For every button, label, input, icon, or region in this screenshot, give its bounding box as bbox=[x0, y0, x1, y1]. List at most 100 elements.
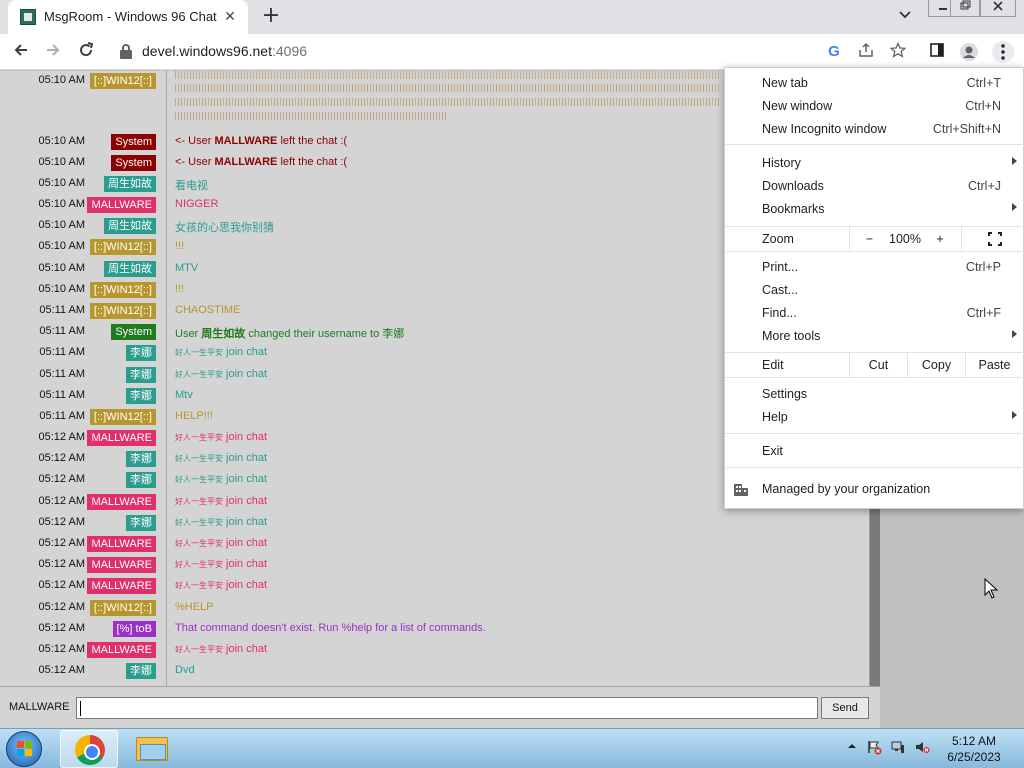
message-input[interactable] bbox=[76, 697, 818, 719]
back-arrow-icon[interactable] bbox=[10, 41, 32, 63]
username-badge[interactable]: 李娜 bbox=[126, 367, 156, 383]
action-center-flag-icon[interactable] bbox=[866, 739, 882, 755]
clock-time: 5:12 AM bbox=[951, 734, 997, 748]
username-badge[interactable]: System bbox=[111, 155, 156, 171]
send-button[interactable]: Send bbox=[821, 697, 869, 719]
zoom-out-button[interactable]: − bbox=[849, 227, 889, 251]
reload-icon[interactable] bbox=[75, 41, 97, 63]
message-time: 05:11 AM bbox=[39, 325, 85, 337]
message-time: 05:10 AM bbox=[38, 219, 85, 231]
message-body: HELP!!! bbox=[175, 410, 213, 422]
paste-button[interactable]: Paste bbox=[965, 353, 1023, 377]
cut-button[interactable]: Cut bbox=[849, 353, 907, 377]
username-badge[interactable]: MALLWARE bbox=[87, 430, 156, 446]
menu-item-bookmarks[interactable]: Bookmarks bbox=[725, 198, 1024, 220]
new-tab-button[interactable]: + bbox=[260, 5, 282, 27]
copy-button[interactable]: Copy bbox=[907, 353, 965, 377]
username-badge[interactable]: 李娜 bbox=[126, 388, 156, 404]
username-badge[interactable]: 李娜 bbox=[126, 472, 156, 488]
username-badge[interactable]: [::]WIN12[::] bbox=[89, 239, 156, 255]
menu-item-new-tab[interactable]: New tab Ctrl+T bbox=[725, 72, 1024, 94]
forward-arrow-icon[interactable] bbox=[42, 41, 64, 63]
menu-item-cast[interactable]: Cast... bbox=[725, 279, 1024, 301]
username-badge[interactable]: 周生如故 bbox=[104, 261, 156, 277]
chat-message-row: 05:12 AM MALLWARE 好人一生平安 join chat bbox=[0, 555, 869, 576]
google-lens-g-icon[interactable]: G bbox=[824, 42, 844, 62]
lock-icon[interactable] bbox=[120, 44, 132, 59]
menu-item-print[interactable]: Print... Ctrl+P bbox=[725, 256, 1024, 278]
message-body: CHAOSTIME bbox=[175, 304, 241, 316]
zoom-in-button[interactable]: + bbox=[921, 227, 959, 251]
bookmark-star-icon[interactable] bbox=[888, 41, 908, 62]
message-body: join chat bbox=[223, 473, 268, 485]
username-badge[interactable]: MALLWARE bbox=[87, 642, 156, 658]
username-badge[interactable]: MALLWARE bbox=[87, 578, 156, 594]
username-badge[interactable]: MALLWARE bbox=[87, 494, 156, 510]
message-text: NIGGER bbox=[175, 198, 218, 210]
username-badge[interactable]: MALLWARE bbox=[87, 557, 156, 573]
menu-item-settings[interactable]: Settings bbox=[725, 383, 1024, 405]
username-badge[interactable]: 李娜 bbox=[126, 451, 156, 467]
menu-item-exit[interactable]: Exit bbox=[725, 440, 1024, 462]
fullscreen-button[interactable] bbox=[961, 227, 1024, 251]
menu-item-managed[interactable]: Managed by your organization bbox=[725, 478, 1024, 500]
username-badge[interactable]: 李娜 bbox=[126, 345, 156, 361]
message-text: 好人一生平安 join chat bbox=[175, 452, 267, 464]
chrome-menu-kebab-icon[interactable] bbox=[992, 41, 1014, 63]
close-window-button[interactable] bbox=[980, 0, 1016, 17]
address-bar[interactable]: devel.windows96.net:4096 bbox=[108, 39, 818, 65]
show-hidden-icons-icon[interactable] bbox=[844, 739, 860, 755]
username-badge[interactable]: [%] toB bbox=[112, 621, 156, 637]
network-icon[interactable] bbox=[890, 739, 906, 755]
chat-message-row: 05:12 AM 李娜 好人一生平安 join chat bbox=[0, 513, 869, 534]
username-badge[interactable]: [::]WIN12[::] bbox=[89, 282, 156, 298]
username-badge[interactable]: [::]WIN12[::] bbox=[89, 600, 156, 616]
fullscreen-icon bbox=[988, 232, 1002, 246]
taskbar-chrome-button[interactable] bbox=[60, 730, 118, 768]
menu-item-new-window[interactable]: New window Ctrl+N bbox=[725, 95, 1024, 117]
message-body: <- User bbox=[175, 135, 215, 147]
share-icon[interactable] bbox=[856, 42, 876, 62]
message-prefix: 好人一生平安 bbox=[175, 560, 223, 569]
menu-item-downloads[interactable]: Downloads Ctrl+J bbox=[725, 175, 1024, 197]
username-badge[interactable]: 周生如故 bbox=[104, 218, 156, 234]
username-badge[interactable]: MALLWARE bbox=[87, 536, 156, 552]
message-body: join chat bbox=[223, 516, 268, 528]
volume-muted-icon[interactable] bbox=[914, 739, 930, 755]
menu-item-new-incognito[interactable]: New Incognito window Ctrl+Shift+N bbox=[725, 118, 1024, 140]
profile-avatar-icon[interactable] bbox=[959, 42, 979, 62]
username-badge[interactable]: [::]WIN12[::] bbox=[89, 303, 156, 319]
username-badge[interactable]: [::]WIN12[::] bbox=[89, 73, 156, 89]
maximize-button[interactable] bbox=[950, 0, 980, 17]
message-prefix: 好人一生平安 bbox=[175, 497, 223, 506]
tab-msgroom[interactable]: MsgRoom - Windows 96 Chat ✕ bbox=[8, 0, 248, 34]
tab-close-icon[interactable]: ✕ bbox=[220, 7, 240, 27]
message-time: 05:12 AM bbox=[38, 452, 85, 464]
menu-item-help[interactable]: Help bbox=[725, 406, 1024, 428]
username-badge[interactable]: System bbox=[111, 324, 156, 340]
taskbar-explorer-button[interactable] bbox=[122, 730, 180, 768]
menu-item-find[interactable]: Find... Ctrl+F bbox=[725, 302, 1024, 324]
menu-item-more-tools[interactable]: More tools bbox=[725, 325, 1024, 347]
message-prefix: 好人一生平安 bbox=[175, 645, 223, 654]
username-badge[interactable]: 李娜 bbox=[126, 515, 156, 531]
tab-search-chevron-icon[interactable] bbox=[896, 8, 914, 26]
message-body: join chat bbox=[223, 346, 268, 358]
message-text: HELP!!! bbox=[175, 410, 213, 422]
building-icon bbox=[733, 483, 749, 497]
username-badge[interactable]: MALLWARE bbox=[87, 197, 156, 213]
message-text: !!! bbox=[175, 240, 184, 252]
side-panel-icon[interactable] bbox=[927, 42, 947, 62]
message-text: 好人一生平安 join chat bbox=[175, 495, 267, 507]
username-badge[interactable]: System bbox=[111, 134, 156, 150]
message-text: 好人一生平安 join chat bbox=[175, 558, 267, 570]
username-badge[interactable]: 李娜 bbox=[126, 663, 156, 679]
menu-item-history[interactable]: History bbox=[725, 152, 1024, 174]
username-badge[interactable]: 周生如故 bbox=[104, 176, 156, 192]
start-button[interactable] bbox=[6, 731, 42, 767]
system-clock[interactable]: 5:12 AM 6/25/2023 bbox=[944, 733, 1004, 765]
username-badge[interactable]: [::]WIN12[::] bbox=[89, 409, 156, 425]
message-time: 05:12 AM bbox=[38, 558, 85, 570]
message-prefix: 好人一生平安 bbox=[175, 454, 223, 463]
submenu-arrow-icon bbox=[1012, 411, 1017, 419]
